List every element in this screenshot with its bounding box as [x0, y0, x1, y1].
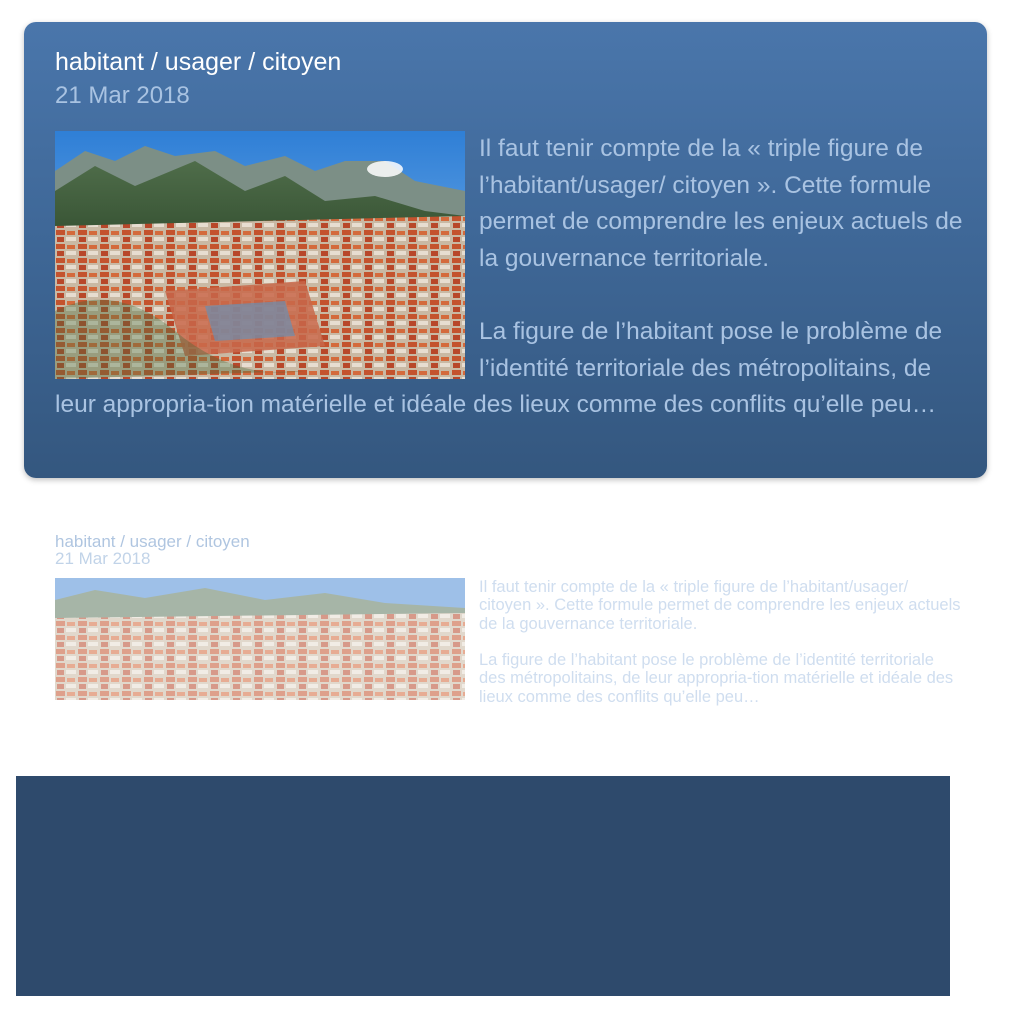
reflection-excerpt: Il faut tenir compte de la « triple figu…: [55, 578, 965, 706]
bottom-panel: [16, 776, 950, 996]
article-excerpt: Il faut tenir compte de la « triple figu…: [55, 131, 965, 424]
article-title: habitant / usager / citoyen: [55, 48, 342, 76]
article-date: 21 Mar 2018: [55, 82, 190, 109]
article-card[interactable]: habitant / usager / citoyen 21 Mar 2018: [24, 22, 987, 478]
reflection-date: 21 Mar 2018: [55, 549, 151, 568]
card-reflection: habitant / usager / citoyen 21 Mar 2018 …: [24, 530, 987, 750]
